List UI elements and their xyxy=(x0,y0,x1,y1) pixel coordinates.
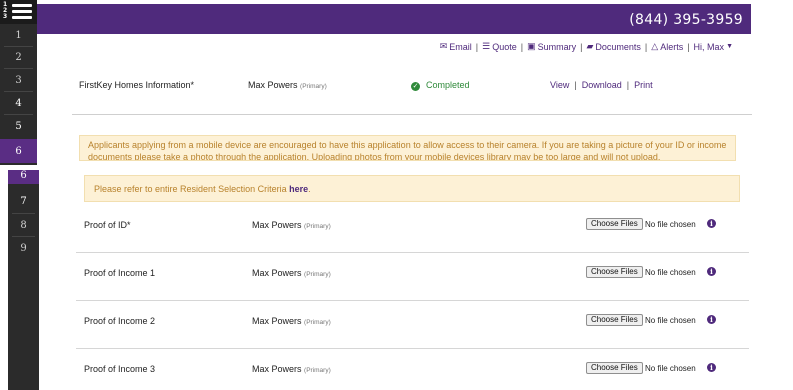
info-icon[interactable]: i xyxy=(707,363,716,372)
nav-alerts[interactable]: Alerts xyxy=(660,42,683,52)
top-screen: 1 2 3 1 2 3 4 5 6 (844) 395-3959 ✉ Email… xyxy=(0,0,793,165)
choose-files-button[interactable]: Choose Files xyxy=(586,266,643,278)
action-divider: | xyxy=(574,80,577,90)
criteria-text: Please refer to entire Resident Selectio… xyxy=(94,184,290,194)
choose-files-button[interactable]: Choose Files xyxy=(586,314,643,326)
document-row-proof-of-income-1: Proof of Income 1 Max Powers (Primary) C… xyxy=(76,253,749,301)
folder-icon: ▰ xyxy=(586,41,594,51)
nav-documents[interactable]: Documents xyxy=(595,42,641,52)
nav-divider: | xyxy=(687,41,690,52)
nav-divider: | xyxy=(644,41,648,52)
menu-number: 3 xyxy=(3,13,8,20)
bottom-screen: 6 7 8 9 Please refer to entire Resident … xyxy=(0,170,793,390)
header-bar: (844) 395-3959 xyxy=(37,4,751,34)
action-divider: | xyxy=(626,80,630,90)
file-status: No file chosen xyxy=(645,220,696,229)
caret-down-icon: ▼ xyxy=(726,43,733,50)
nav-user-menu[interactable]: Hi, Max xyxy=(694,42,725,52)
warning-icon: △ xyxy=(651,41,659,51)
sidebar-step-2[interactable]: 2 xyxy=(0,46,37,68)
list-icon: ☰ xyxy=(482,41,491,51)
owner-role: (Primary) xyxy=(304,367,331,374)
menu-step-numbers: 1 2 3 xyxy=(3,2,7,20)
file-status: No file chosen xyxy=(645,364,696,373)
criteria-period: . xyxy=(308,184,311,194)
sidebar-step-3[interactable]: 3 xyxy=(0,69,37,91)
check-circle-icon: ✓ xyxy=(411,82,420,91)
nav-divider: | xyxy=(475,41,479,52)
info-icon[interactable]: i xyxy=(707,219,716,228)
nav-quote[interactable]: Quote xyxy=(492,42,517,52)
step-sidebar-lower: 6 7 8 9 xyxy=(8,170,39,390)
hamburger-icon xyxy=(12,4,32,22)
email-icon: ✉ xyxy=(439,41,448,51)
download-link[interactable]: Download xyxy=(582,80,622,90)
document-owner: Max Powers (Primary) xyxy=(252,268,331,278)
sidebar-step-7[interactable]: 7 xyxy=(8,190,39,212)
print-link[interactable]: Print xyxy=(634,80,653,90)
info-row: FirstKey Homes Information* Max Powers (… xyxy=(79,80,719,94)
step-sidebar: 1 2 3 1 2 3 4 5 6 xyxy=(0,0,37,165)
document-label: Proof of ID* xyxy=(84,220,131,230)
phone-number[interactable]: (844) 395-3959 xyxy=(629,12,743,28)
document-label: Proof of Income 3 xyxy=(84,364,156,374)
notice-text: Applicants applying from a mobile device… xyxy=(88,140,727,161)
nav-summary[interactable]: Summary xyxy=(538,42,577,52)
document-label: Proof of Income 1 xyxy=(84,268,156,278)
owner-name: Max Powers xyxy=(252,220,302,230)
applicant-name: Max Powers xyxy=(248,80,298,90)
info-actions: View | Download | Print xyxy=(550,80,653,90)
sidebar-step-1[interactable]: 1 xyxy=(0,24,37,46)
selection-criteria-notice: Please refer to entire Resident Selectio… xyxy=(84,175,740,202)
menu-button[interactable]: 1 2 3 xyxy=(0,0,37,24)
document-owner: Max Powers (Primary) xyxy=(252,316,331,326)
owner-name: Max Powers xyxy=(252,268,302,278)
sidebar-step-8[interactable]: 8 xyxy=(8,214,39,236)
sidebar-step-4[interactable]: 4 xyxy=(0,92,37,114)
owner-role: (Primary) xyxy=(304,223,331,230)
sidebar-step-9[interactable]: 9 xyxy=(8,237,39,259)
status-text: Completed xyxy=(426,80,470,90)
file-status: No file chosen xyxy=(645,268,696,277)
top-nav: ✉ Email | ☰ Quote | ▣ Summary | ▰ Docume… xyxy=(440,41,733,52)
nav-email[interactable]: Email xyxy=(449,42,472,52)
document-owner: Max Powers (Primary) xyxy=(252,220,331,230)
info-icon[interactable]: i xyxy=(707,315,716,324)
criteria-link[interactable]: here xyxy=(289,184,308,194)
status-completed: ✓ Completed xyxy=(411,80,470,91)
info-title: FirstKey Homes Information* xyxy=(79,80,195,90)
owner-role: (Primary) xyxy=(304,319,331,326)
sidebar-step-6-active[interactable]: 6 xyxy=(8,170,39,184)
sidebar-step-5[interactable]: 5 xyxy=(0,115,37,137)
document-row-proof-of-income-2: Proof of Income 2 Max Powers (Primary) C… xyxy=(76,301,749,349)
applicant-role: (Primary) xyxy=(300,83,327,90)
choose-files-button[interactable]: Choose Files xyxy=(586,362,643,374)
choose-files-button[interactable]: Choose Files xyxy=(586,218,643,230)
summary-icon: ▣ xyxy=(527,41,536,51)
owner-name: Max Powers xyxy=(252,364,302,374)
document-row-proof-of-id: Proof of ID* Max Powers (Primary) Choose… xyxy=(76,205,749,253)
nav-divider: | xyxy=(520,41,524,52)
document-owner: Max Powers (Primary) xyxy=(252,364,331,374)
nav-divider: | xyxy=(580,41,583,52)
document-row-proof-of-income-3: Proof of Income 3 Max Powers (Primary) C… xyxy=(76,349,749,390)
info-icon[interactable]: i xyxy=(707,267,716,276)
document-label: Proof of Income 2 xyxy=(84,316,156,326)
owner-name: Max Powers xyxy=(252,316,302,326)
owner-role: (Primary) xyxy=(304,271,331,278)
divider xyxy=(72,114,752,115)
view-link[interactable]: View xyxy=(550,80,569,90)
sidebar-step-6-active[interactable]: 6 xyxy=(0,139,37,163)
mobile-upload-notice: Applicants applying from a mobile device… xyxy=(79,135,736,161)
file-status: No file chosen xyxy=(645,316,696,325)
info-applicant: Max Powers (Primary) xyxy=(248,80,327,90)
